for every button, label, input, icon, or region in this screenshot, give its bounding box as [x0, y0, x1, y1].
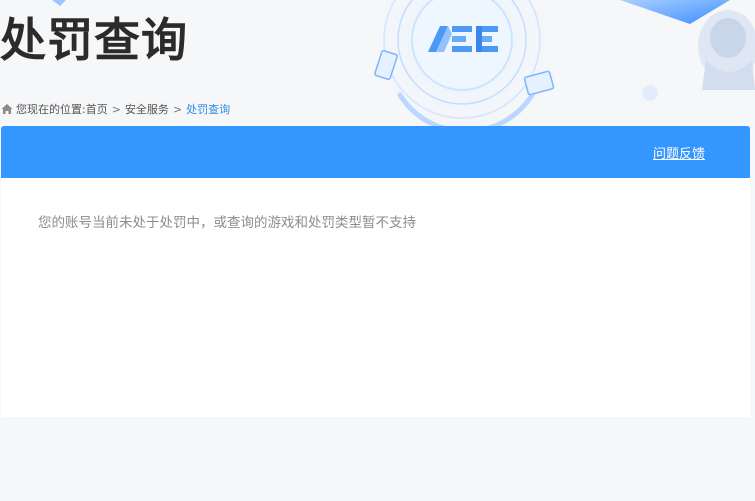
page-title: 处罚查询: [0, 13, 188, 67]
breadcrumb: 您现在的位置: 首页 > 安全服务 > 处罚查询: [1, 101, 230, 117]
feedback-link[interactable]: 问题反馈: [653, 143, 705, 162]
result-message: 您的账号当前未处于处罚中，或查询的游戏和处罚类型暂不支持: [38, 215, 416, 231]
breadcrumb-current: 处罚查询: [186, 103, 231, 116]
banner: 处罚查询 您现在的位置: 首页 > 安全服务 > 处罚查询: [0, 0, 755, 126]
result-card-header: 问题反馈: [1, 126, 750, 178]
breadcrumb-home-link[interactable]: 首页: [86, 101, 108, 117]
breadcrumb-prefix: 您现在的位置:: [16, 103, 86, 116]
page: 处罚查询 您现在的位置: 首页 > 安全服务 > 处罚查询 问题反馈 您的账号当…: [0, 0, 755, 501]
home-icon: [1, 104, 13, 114]
ace-logo-icon: [428, 26, 498, 52]
breadcrumb-separator: >: [172, 102, 183, 116]
result-card-body: 您的账号当前未处于处罚中，或查询的游戏和处罚类型暂不支持: [1, 178, 750, 417]
breadcrumb-security-link[interactable]: 安全服务: [125, 101, 169, 117]
breadcrumb-separator: >: [111, 102, 121, 116]
